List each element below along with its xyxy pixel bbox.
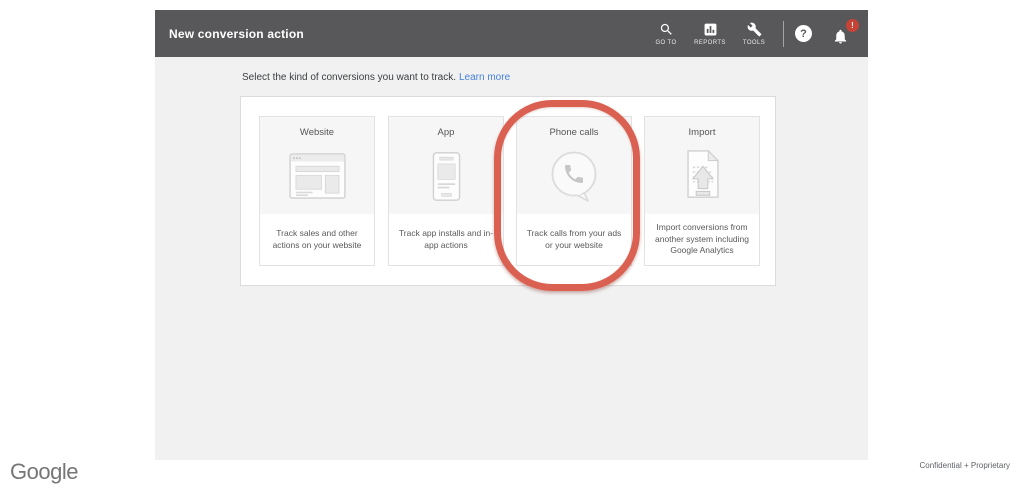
card-app-description: Track app installs and in-app actions <box>389 214 503 265</box>
card-app[interactable]: App Track app install <box>388 116 504 266</box>
import-document-icon <box>681 138 724 214</box>
conversion-type-panel: Website <box>240 96 776 286</box>
page: New conversion action GO TO REPORT <box>0 0 1024 497</box>
header-divider <box>783 21 784 47</box>
tools-button[interactable]: TOOLS <box>734 22 774 46</box>
help-button[interactable]: ? <box>795 25 812 42</box>
card-website-description: Track sales and other actions on your we… <box>260 214 374 265</box>
reports-label: REPORTS <box>694 40 726 46</box>
go-to-button[interactable]: GO TO <box>646 22 686 46</box>
card-import-title: Import <box>689 127 716 138</box>
card-phone-calls-description: Track calls from your ads or your websit… <box>517 214 631 265</box>
card-website[interactable]: Website <box>259 116 375 266</box>
question-mark-icon: ? <box>800 28 807 40</box>
page-title: New conversion action <box>169 27 304 41</box>
mobile-device-icon <box>432 138 461 214</box>
content-area: Select the kind of conversions you want … <box>155 57 868 460</box>
card-import-top: Import <box>645 117 759 214</box>
google-logo: Google <box>10 459 78 485</box>
reports-button[interactable]: REPORTS <box>690 22 730 46</box>
confidential-note: Confidential + Proprietary <box>920 461 1011 470</box>
card-phone-calls-title: Phone calls <box>549 127 598 138</box>
card-website-title: Website <box>300 127 334 138</box>
phone-call-bubble-icon <box>547 138 601 214</box>
card-app-title: App <box>438 127 455 138</box>
wrench-icon <box>747 22 762 37</box>
intro-text: Select the kind of conversions you want … <box>242 72 510 83</box>
card-website-top: Website <box>260 117 374 214</box>
intro-sentence: Select the kind of conversions you want … <box>242 72 456 83</box>
card-app-top: App <box>389 117 503 214</box>
card-import-description: Import conversions from another system i… <box>645 214 759 265</box>
notification-badge: ! <box>846 19 859 32</box>
app-window: New conversion action GO TO REPORT <box>155 10 868 460</box>
browser-icon <box>289 138 346 214</box>
card-phone-calls[interactable]: Phone calls Track c <box>516 116 632 266</box>
card-phone-calls-top: Phone calls <box>517 117 631 214</box>
bell-icon <box>832 28 849 45</box>
card-import[interactable]: Import <box>644 116 760 266</box>
app-header: New conversion action GO TO REPORT <box>155 10 868 57</box>
go-to-label: GO TO <box>655 40 676 46</box>
learn-more-link[interactable]: Learn more <box>459 72 510 83</box>
search-icon <box>659 22 674 37</box>
notifications-button[interactable]: ! <box>832 23 854 45</box>
bar-chart-icon <box>703 22 718 37</box>
header-actions: GO TO REPORTS TOOLS <box>642 21 854 47</box>
tools-label: TOOLS <box>743 40 765 46</box>
